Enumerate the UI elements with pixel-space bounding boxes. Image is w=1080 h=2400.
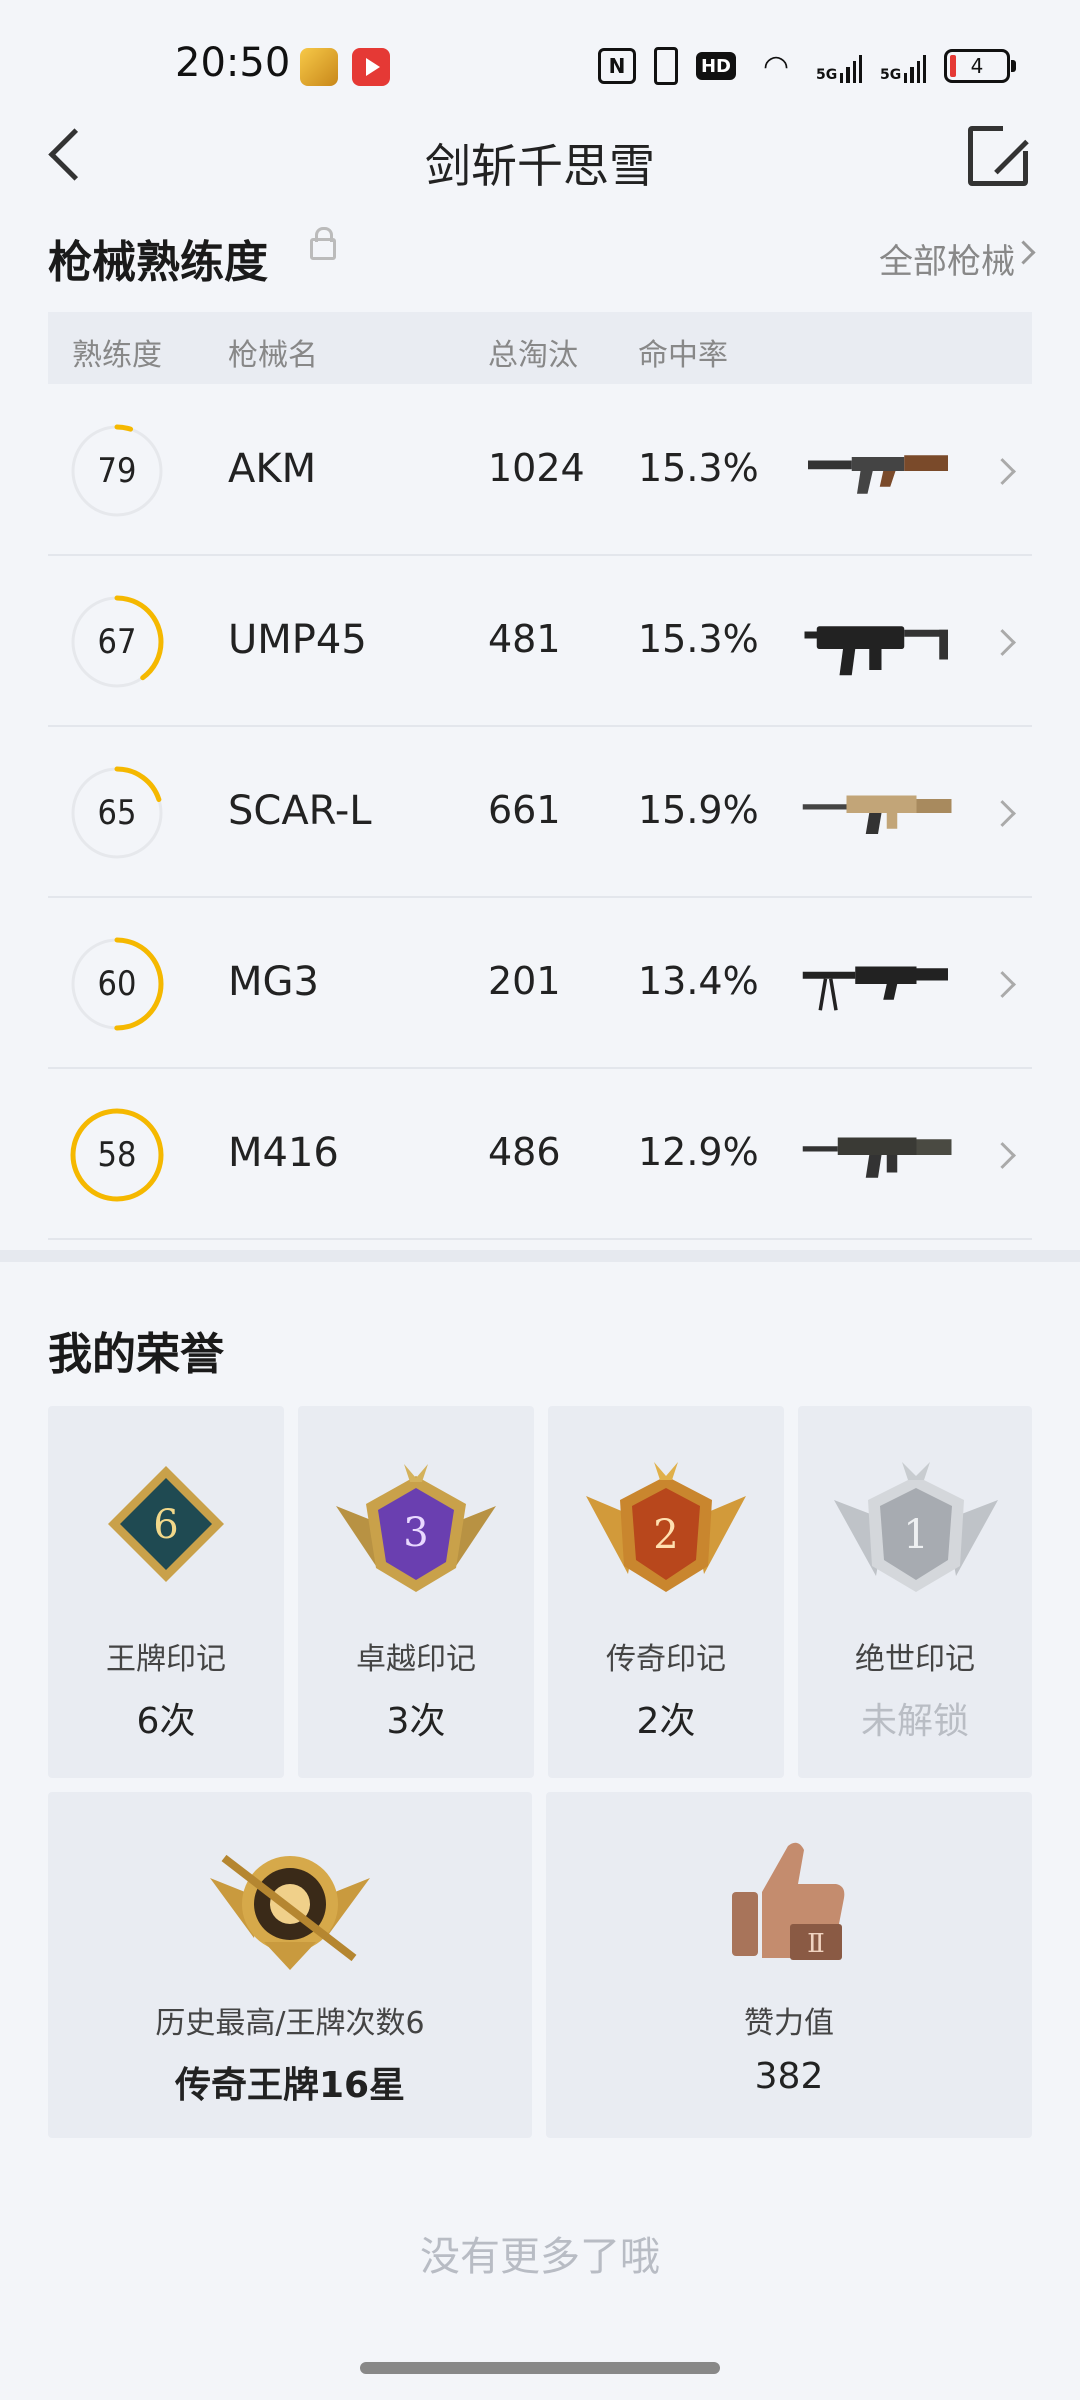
rank-badge-icon	[210, 1854, 370, 1970]
honor-value: 2次	[636, 1701, 696, 1742]
chevron-right-icon[interactable]	[989, 629, 1016, 656]
honor-value: 3次	[386, 1701, 446, 1742]
honors-section-title: 我的荣誉	[48, 1329, 224, 1380]
weapon-image	[802, 795, 952, 834]
no-more-text: 没有更多了哦	[420, 2234, 660, 2280]
share-external-icon[interactable]	[968, 121, 1033, 186]
weapon-image	[802, 966, 948, 1011]
chevron-right-icon[interactable]	[989, 1142, 1016, 1169]
weapons-table-header: 熟练度 枪械名 总淘汰 命中率	[48, 312, 1032, 384]
svg-text:3: 3	[403, 1510, 428, 1556]
proficiency-value: 60	[97, 964, 137, 1004]
column-weapon-name: 枪械名	[228, 338, 318, 373]
weapon-row[interactable]: 79 AKM 1024 15.3%	[48, 384, 1032, 556]
weapon-total-kills: 661	[488, 788, 561, 832]
svg-text:Ⅱ: Ⅱ	[807, 1929, 825, 1959]
weapon-image	[808, 455, 948, 494]
header: 剑斩千思雪	[0, 110, 1080, 200]
home-indicator[interactable]	[360, 2362, 720, 2374]
status-time: 20:50	[175, 40, 291, 86]
chevron-right-icon[interactable]	[1011, 240, 1036, 265]
wifi-icon: ◠	[764, 48, 788, 84]
weapon-total-kills: 486	[488, 1130, 561, 1174]
honor-label: 绝世印记	[855, 1642, 975, 1677]
highest-rank-card[interactable]: 历史最高/王牌次数6 传奇王牌16星	[48, 1792, 532, 2138]
column-total-kills: 总淘汰	[488, 338, 578, 373]
proficiency-value: 79	[97, 451, 137, 491]
likes-value: 382	[754, 2056, 824, 2097]
honor-label: 王牌印记	[106, 1642, 226, 1677]
weapon-row[interactable]: 65 SCAR-L 661 15.9%	[48, 726, 1032, 898]
video-app-icon	[352, 48, 390, 86]
weapon-accuracy: 15.3%	[638, 617, 759, 661]
likes-label: 赞力值	[744, 2006, 834, 2041]
svg-text:6: 6	[153, 1502, 178, 1548]
page-title: 剑斩千思雪	[425, 139, 655, 193]
column-accuracy: 命中率	[638, 338, 728, 373]
weapon-name: M416	[228, 1130, 339, 1176]
hd-icon: HD	[696, 52, 736, 80]
nfc-icon: N	[598, 48, 636, 84]
weapon-row[interactable]: 58 M416 486 12.9%	[48, 1068, 1032, 1240]
weapon-name: AKM	[228, 446, 317, 492]
thumbs-up-icon: Ⅱ	[732, 1842, 845, 1960]
weapon-total-kills: 1024	[488, 446, 585, 490]
signal-5g-icon: 5G	[880, 49, 926, 83]
battery-icon: 4	[944, 49, 1016, 83]
honor-card-peerless[interactable]: 1 绝世印记 未解锁	[798, 1406, 1032, 1778]
lock-icon	[310, 227, 336, 260]
honor-label: 卓越印记	[356, 1642, 476, 1677]
honor-card-ace[interactable]: 6 王牌印记 6次	[48, 1406, 284, 1778]
ace-badge-icon: 6	[108, 1466, 224, 1582]
vibrate-icon	[654, 47, 678, 85]
weapon-accuracy: 12.9%	[638, 1130, 759, 1174]
highest-rank-value: 传奇王牌16星	[174, 2065, 406, 2106]
chevron-right-icon[interactable]	[989, 800, 1016, 827]
weapon-accuracy: 15.9%	[638, 788, 759, 832]
weapon-row[interactable]: 60 MG3 201 13.4%	[48, 897, 1032, 1069]
signal-5g-icon: 5G	[816, 49, 862, 83]
excellent-badge-icon: 3	[336, 1464, 496, 1592]
weapon-accuracy: 13.4%	[638, 959, 759, 1003]
chevron-right-icon[interactable]	[989, 458, 1016, 485]
weapon-name: UMP45	[228, 617, 367, 663]
peerless-badge-icon: 1	[834, 1462, 998, 1592]
weapon-name: MG3	[228, 959, 319, 1005]
highest-rank-label: 历史最高/王牌次数6	[155, 2006, 425, 2041]
weapon-total-kills: 201	[488, 959, 561, 1003]
weapon-row[interactable]: 67 UMP45 481 15.3%	[48, 555, 1032, 727]
svg-text:2: 2	[653, 1512, 678, 1558]
legend-badge-icon: 2	[586, 1462, 746, 1592]
svg-text:1: 1	[903, 1512, 928, 1558]
weapons-section-title: 枪械熟练度	[48, 237, 268, 288]
honor-value: 未解锁	[860, 1701, 969, 1742]
chevron-right-icon[interactable]	[989, 971, 1016, 998]
weapon-accuracy: 15.3%	[638, 446, 759, 490]
honor-label: 传奇印记	[606, 1642, 726, 1677]
all-weapons-link[interactable]: 全部枪械	[879, 234, 1015, 283]
section-divider	[0, 1250, 1080, 1262]
weapon-image	[802, 1137, 952, 1178]
weapon-total-kills: 481	[488, 617, 561, 661]
weapon-image	[804, 626, 948, 676]
proficiency-value: 65	[97, 793, 137, 833]
weapon-name: SCAR-L	[228, 788, 372, 834]
proficiency-value: 67	[97, 622, 137, 662]
likes-card[interactable]: Ⅱ 赞力值 382	[546, 1792, 1032, 2138]
game-app-icon	[300, 48, 338, 86]
honor-card-excellent[interactable]: 3 卓越印记 3次	[298, 1406, 534, 1778]
honor-value: 6次	[136, 1701, 196, 1742]
proficiency-value: 58	[97, 1135, 137, 1175]
column-proficiency: 熟练度	[72, 338, 162, 373]
honor-card-legend[interactable]: 2 传奇印记 2次	[548, 1406, 784, 1778]
